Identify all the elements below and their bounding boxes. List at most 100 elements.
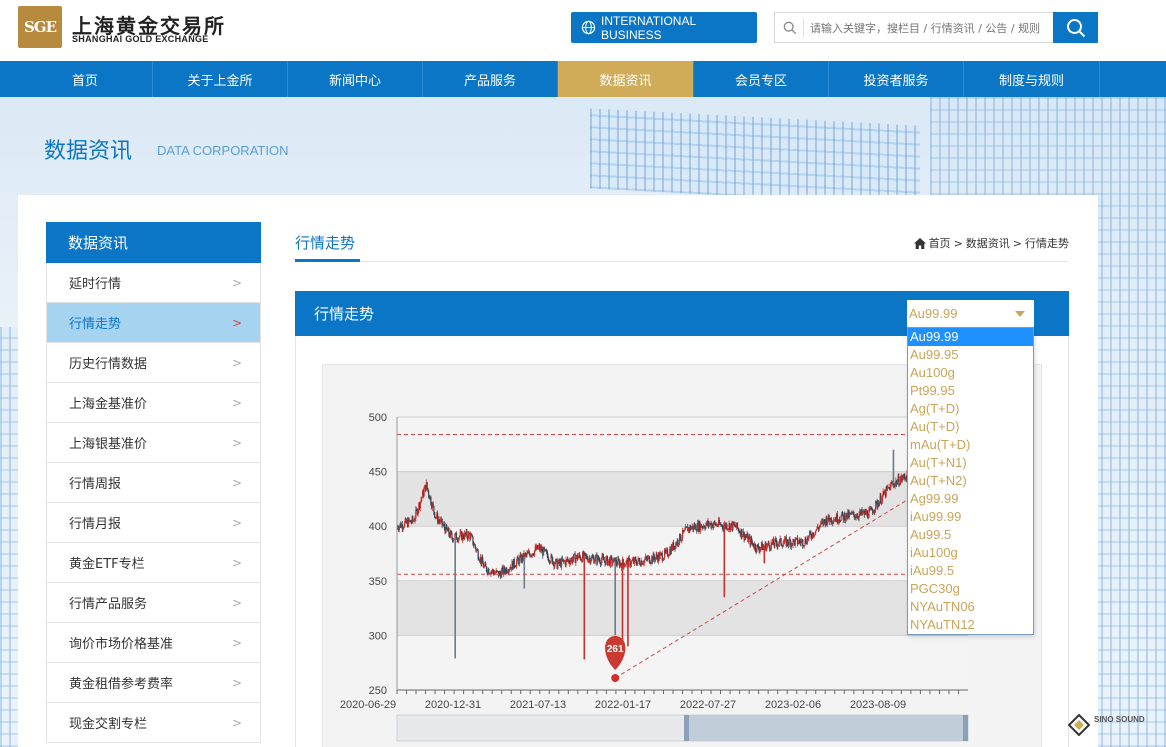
search-button[interactable] bbox=[1053, 12, 1098, 43]
nav-item-members[interactable]: 会员专区 bbox=[694, 61, 829, 97]
candle-body bbox=[426, 482, 428, 488]
logo-mark-text: SGE bbox=[23, 18, 57, 36]
candle-body bbox=[485, 563, 487, 567]
nav-item-investors[interactable]: 投资者服务 bbox=[829, 61, 964, 97]
dropdown-option[interactable]: iAu100g bbox=[908, 544, 1033, 562]
dropdown-caret-icon bbox=[1015, 311, 1025, 317]
candle-body bbox=[423, 488, 425, 497]
sidebar-item-label: 行情周报 bbox=[69, 477, 122, 492]
candle-body bbox=[573, 554, 575, 560]
dropdown-option[interactable]: Au(T+D) bbox=[908, 418, 1033, 436]
x-tick-label: 2022-07-27 bbox=[680, 699, 736, 711]
sidebar-item-silver-benchmark[interactable]: 上海银基准价 > bbox=[46, 423, 261, 463]
search-icon bbox=[1066, 18, 1085, 37]
sidebar-item-quote-products[interactable]: 行情产品服务 > bbox=[46, 583, 261, 623]
candle-body bbox=[612, 562, 614, 565]
y-tick-label: 450 bbox=[369, 467, 387, 479]
candle-body bbox=[782, 543, 784, 547]
sidebar-item-monthly[interactable]: 行情月报 > bbox=[46, 503, 261, 543]
dropdown-option[interactable]: iAu99.5 bbox=[908, 562, 1033, 580]
building-decoration bbox=[0, 327, 20, 747]
globe-icon bbox=[581, 20, 596, 35]
dropdown-option[interactable]: NYAuTN06 bbox=[908, 598, 1033, 616]
y-tick-label: 300 bbox=[369, 630, 387, 642]
candle-body bbox=[684, 529, 686, 531]
x-tick-label: 2022-01-17 bbox=[595, 699, 651, 711]
dropdown-option[interactable]: iAu99.99 bbox=[908, 508, 1033, 526]
candle-body bbox=[452, 539, 455, 542]
breadcrumb-data[interactable]: 数据资讯 bbox=[966, 235, 1010, 251]
nav-item-data[interactable]: 数据资讯 bbox=[558, 61, 694, 97]
candle-body bbox=[513, 559, 515, 567]
candle-body bbox=[853, 511, 855, 515]
chevron-right-icon: > bbox=[231, 276, 242, 290]
chevron-right-icon: > bbox=[231, 636, 242, 650]
price-chart[interactable]: 261 250 300 350 400 450 500 2020-06-29 2020-12-… bbox=[340, 385, 1000, 745]
y-tick-label: 350 bbox=[369, 576, 387, 588]
watermark-text: SINO SOUND bbox=[1094, 715, 1145, 724]
x-tick-label: 2020-06-29 bbox=[340, 699, 396, 711]
sidebar-item-label: 上海金基准价 bbox=[69, 397, 148, 412]
candle-body bbox=[432, 503, 434, 507]
candle-body bbox=[768, 542, 770, 546]
candle-body bbox=[434, 512, 436, 518]
dropdown-option[interactable]: Pt99.95 bbox=[908, 382, 1033, 400]
breadcrumb: 首页 > 数据资讯 > 行情走势 bbox=[913, 235, 1069, 251]
sidebar-item-label: 行情月报 bbox=[69, 517, 122, 532]
chevron-right-icon: > bbox=[231, 716, 242, 730]
search-box bbox=[774, 12, 1055, 43]
y-tick-label: 500 bbox=[369, 412, 387, 424]
dropdown-option[interactable]: mAu(T+D) bbox=[908, 436, 1033, 454]
sidebar-item-gold-benchmark[interactable]: 上海金基准价 > bbox=[46, 383, 261, 423]
grid-band bbox=[397, 635, 968, 690]
search-input[interactable] bbox=[803, 18, 1051, 38]
dropdown-option[interactable]: NYAuTN12 bbox=[908, 616, 1033, 634]
x-tick-label: 2023-08-09 bbox=[850, 699, 906, 711]
dropdown-option[interactable]: Au99.95 bbox=[908, 346, 1033, 364]
dropdown-option[interactable]: Au100g bbox=[908, 364, 1033, 382]
candle-body bbox=[471, 535, 473, 537]
nav-item-home[interactable]: 首页 bbox=[18, 61, 153, 97]
chevron-right-icon: > bbox=[231, 676, 242, 690]
sidebar-item-history[interactable]: 历史行情数据 > bbox=[46, 343, 261, 383]
sidebar-item-weekly[interactable]: 行情周报 > bbox=[46, 463, 261, 503]
nav-item-products[interactable]: 产品服务 bbox=[423, 61, 558, 97]
dropdown-option[interactable]: Au99.99 bbox=[908, 328, 1033, 346]
sidebar-item-inquiry-benchmark[interactable]: 询价市场价格基准 > bbox=[46, 623, 261, 663]
section-divider bbox=[295, 261, 1069, 262]
nav-item-rules[interactable]: 制度与规则 bbox=[964, 61, 1100, 97]
nav-item-about[interactable]: 关于上金所 bbox=[153, 61, 288, 97]
sinosound-logo-icon bbox=[1068, 714, 1090, 736]
section-title: 行情走势 bbox=[295, 234, 356, 252]
chevron-right-icon: > bbox=[231, 596, 242, 610]
home-icon bbox=[913, 237, 926, 249]
sidebar-item-label: 延时行情 bbox=[69, 277, 122, 292]
breadcrumb-home[interactable]: 首页 bbox=[929, 235, 951, 251]
x-tick-label: 2020-12-31 bbox=[425, 699, 481, 711]
product-dropdown-list: Au99.99 Au99.95 Au100g Pt99.95 Ag(T+D) Au(T+D… bbox=[907, 327, 1034, 635]
sidebar-item-cash-delivery[interactable]: 现金交割专栏 > bbox=[46, 703, 261, 743]
dropdown-option[interactable]: Au(T+N2) bbox=[908, 472, 1033, 490]
chevron-right-icon: > bbox=[231, 356, 242, 370]
panel-title: 行情走势 bbox=[314, 305, 375, 323]
dropdown-option[interactable]: Au99.5 bbox=[908, 526, 1033, 544]
product-select[interactable]: Au99.99 bbox=[907, 300, 1034, 327]
candle-body bbox=[428, 490, 430, 496]
dropdown-option[interactable]: Ag99.99 bbox=[908, 490, 1033, 508]
dropdown-option[interactable]: PGC30g bbox=[908, 580, 1033, 598]
sidebar-item-market-trend[interactable]: 行情走势 > bbox=[46, 303, 261, 343]
sidebar-item-delayed-quotes[interactable]: 延时行情 > bbox=[46, 263, 261, 303]
international-business-button[interactable]: INTERNATIONAL BUSINESS bbox=[571, 12, 757, 43]
sidebar-item-lease-rate[interactable]: 黄金租借参考费率 > bbox=[46, 663, 261, 703]
sidebar-item-gold-etf[interactable]: 黄金ETF专栏 > bbox=[46, 543, 261, 583]
logo-en: SHANGHAI GOLD EXCHANGE bbox=[72, 34, 209, 44]
candle-body bbox=[594, 556, 597, 562]
nav-item-news[interactable]: 新闻中心 bbox=[288, 61, 423, 97]
dropdown-option[interactable]: Ag(T+D) bbox=[908, 400, 1033, 418]
sidebar-item-label: 询价市场价格基准 bbox=[69, 637, 174, 652]
chevron-right-icon: > bbox=[231, 396, 242, 410]
sge-logo-mark[interactable]: SGE bbox=[18, 6, 62, 48]
top-header: SGE 上海黄金交易所 SHANGHAI GOLD EXCHANGE INTER… bbox=[0, 0, 1166, 61]
chevron-right-icon: > bbox=[231, 556, 242, 570]
dropdown-option[interactable]: Au(T+N1) bbox=[908, 454, 1033, 472]
